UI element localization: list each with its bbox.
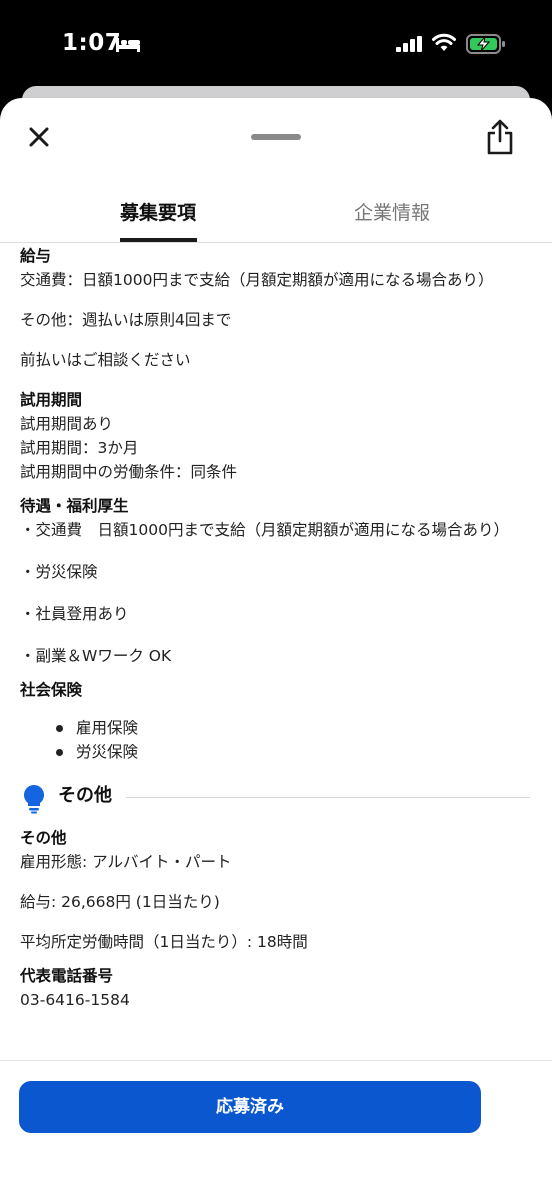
other-section-header: その他 <box>20 778 540 818</box>
salary-heading: 給与 <box>20 247 52 265</box>
trial-heading: 試用期間 <box>20 391 83 409</box>
lightbulb-icon <box>24 785 44 814</box>
salary-line: 交通費：日額1000円まで支給（月額定期額が適用になる場合あり） <box>20 271 494 289</box>
section-divider <box>126 797 530 798</box>
trial-line: 試用期間：3か月 <box>20 439 139 457</box>
job-detail-sheet: 募集要項 企業情報 給与 交通費：日額1000円まで支給（月額定期額が適用になる… <box>0 98 552 1200</box>
share-icon[interactable] <box>484 118 516 156</box>
other-line: 平均所定労働時間（1日当たり）: 18時間 <box>20 933 308 951</box>
benefits-line: ・副業＆Wワーク OK <box>20 647 172 665</box>
status-bar: 1:07 <box>0 0 552 90</box>
close-icon[interactable] <box>24 122 54 152</box>
other-heading: その他 <box>20 829 67 847</box>
benefits-line: ・交通費 日額1000円まで支給（月額定期額が適用になる場合あり） <box>20 521 509 539</box>
benefits-line: ・社員登用あり <box>20 605 129 623</box>
other-line: 給与: 26,668円 (1日当たり) <box>20 893 220 911</box>
benefits-line: ・労災保険 <box>20 563 98 581</box>
other-line: 雇用形態: アルバイト・パート <box>20 853 232 871</box>
trial-line: 試用期間中の労働条件：同条件 <box>20 463 238 481</box>
trial-line: 試用期間あり <box>20 415 114 433</box>
phone-heading: 代表電話番号 <box>20 967 114 985</box>
insurance-heading: 社会保険 <box>20 681 83 699</box>
job-details: 給与 交通費：日額1000円まで支給（月額定期額が適用になる場合あり） その他：… <box>20 244 540 1012</box>
benefits-heading: 待遇・福利厚生 <box>20 497 129 515</box>
applied-button[interactable]: 応募済み <box>19 1081 481 1133</box>
cell-signal-icon <box>396 36 422 52</box>
insurance-list: 雇用保険 労災保険 <box>20 716 540 764</box>
battery-charging-icon <box>466 34 505 54</box>
phone-number[interactable]: 03-6416-1584 <box>20 988 540 1012</box>
list-item: 労災保険 <box>56 740 540 764</box>
footer-divider <box>0 1060 552 1061</box>
wifi-icon <box>432 33 456 51</box>
tab-requirements[interactable]: 募集要項 <box>120 198 196 225</box>
tab-divider <box>0 242 552 243</box>
sheet-grabber[interactable] <box>251 134 301 140</box>
status-time: 1:07 <box>62 30 122 56</box>
salary-line: 前払いはご相談ください <box>20 351 191 369</box>
section-title: その他 <box>58 785 112 806</box>
tab-company-info[interactable]: 企業情報 <box>354 198 430 225</box>
sleep-focus-icon <box>116 38 140 52</box>
salary-line: その他：週払いは原則4回まで <box>20 311 232 329</box>
list-item: 雇用保険 <box>56 716 540 740</box>
